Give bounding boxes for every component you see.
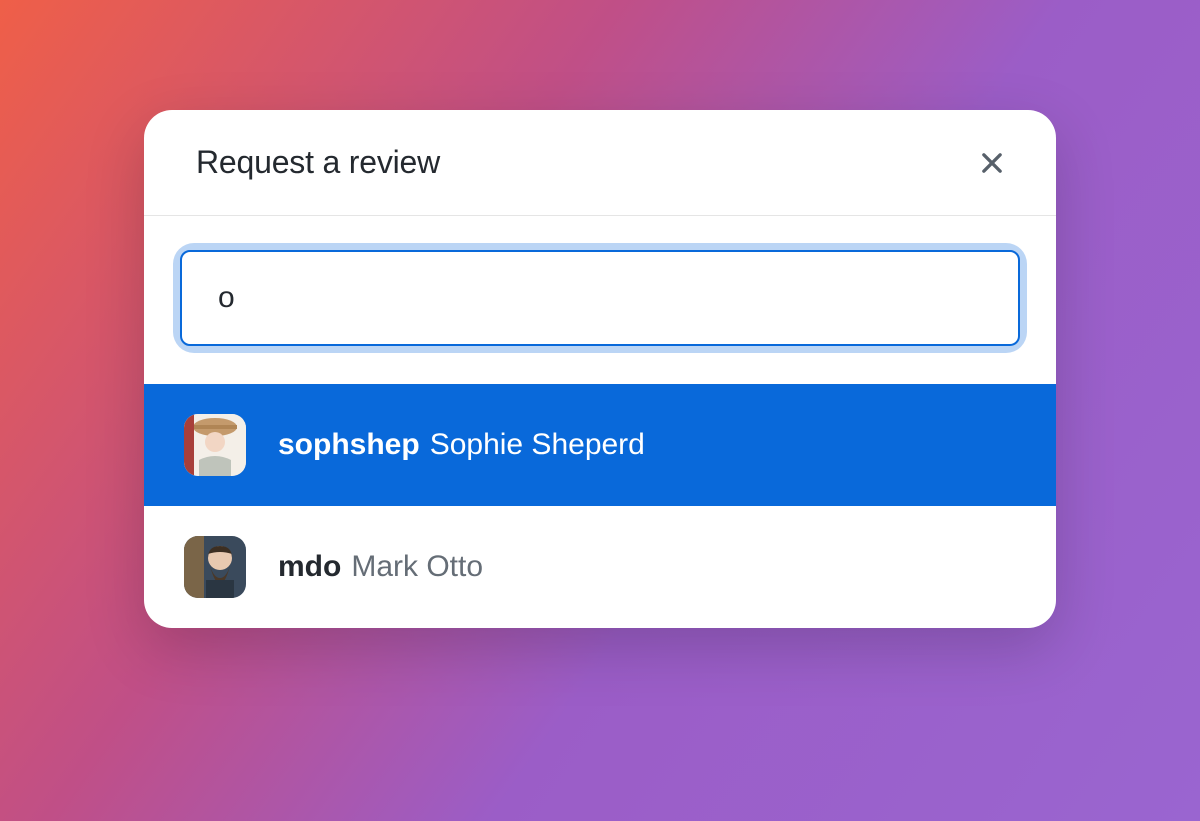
results-list: sophshep Sophie Sheperd mdo Mark Otto [144,384,1056,628]
search-focus-ring [180,250,1020,346]
result-fullname: Sophie Sheperd [430,428,645,462]
reviewer-search-input[interactable] [180,250,1020,346]
avatar [184,414,246,476]
avatar-image [184,536,246,598]
result-item[interactable]: mdo Mark Otto [144,506,1056,628]
avatar-image [184,414,246,476]
result-username: sophshep [278,428,420,462]
result-text: sophshep Sophie Sheperd [278,428,645,462]
request-review-dialog: Request a review [144,110,1056,628]
close-icon [978,149,1006,177]
result-text: mdo Mark Otto [278,550,483,584]
avatar [184,536,246,598]
result-item[interactable]: sophshep Sophie Sheperd [144,384,1056,506]
dialog-title: Request a review [196,144,440,181]
search-section [144,216,1056,384]
close-button[interactable] [976,147,1008,179]
result-fullname: Mark Otto [351,550,483,584]
result-username: mdo [278,550,341,584]
dialog-header: Request a review [144,110,1056,216]
